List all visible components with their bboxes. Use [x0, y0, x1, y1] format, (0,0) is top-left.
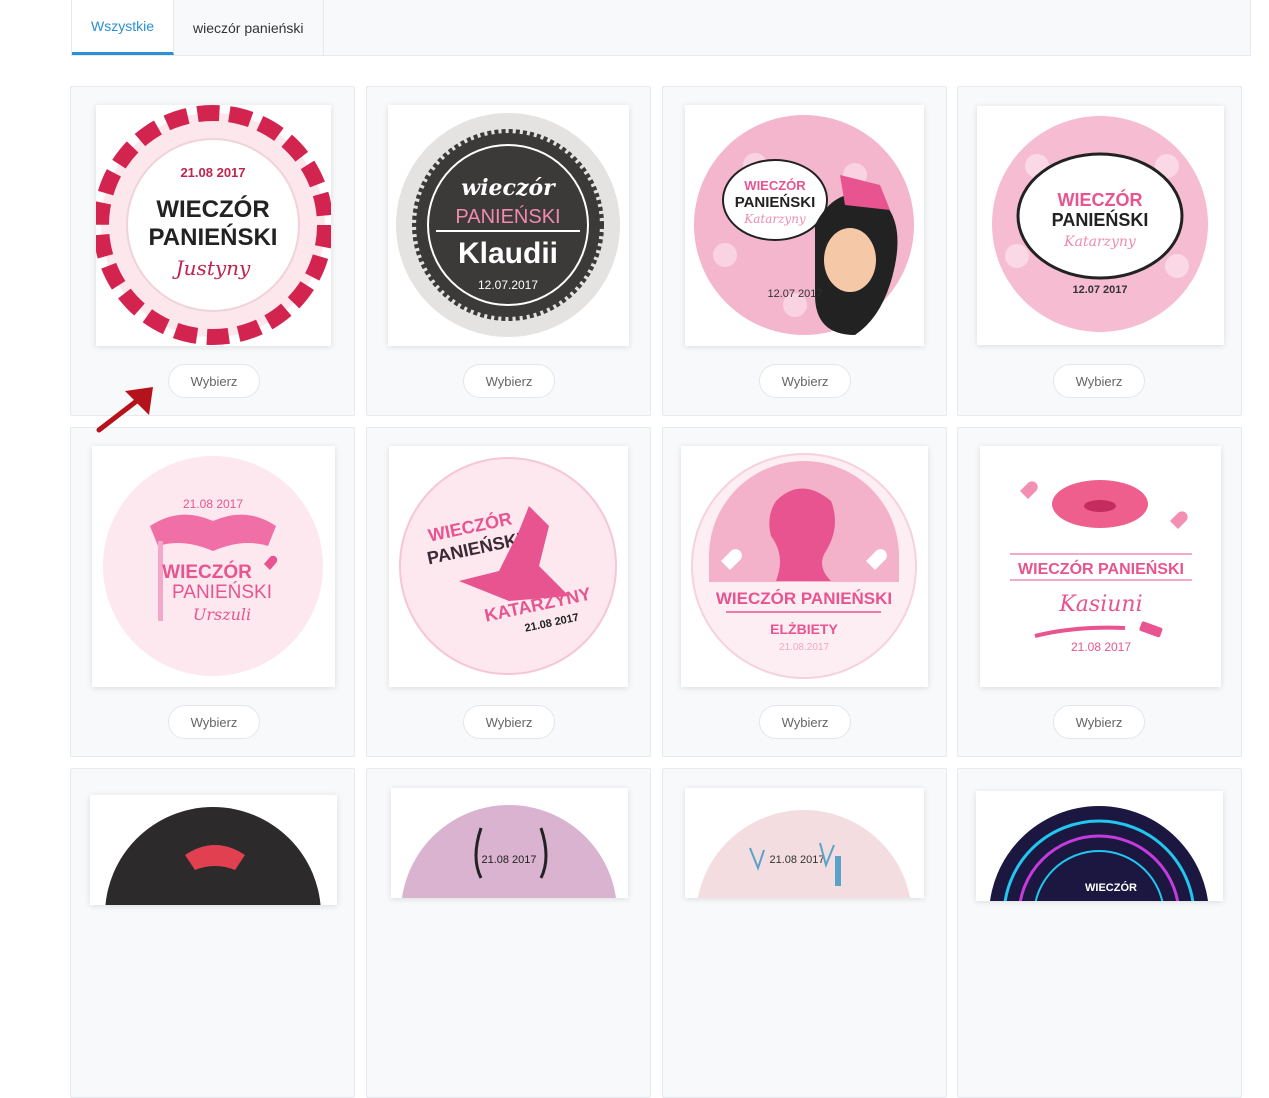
design-name: Urszuli — [193, 605, 251, 624]
design-thumbnail[interactable]: WIECZÓR PANIEŃSKI Kasiuni 21.08 2017 — [980, 446, 1221, 687]
select-button[interactable]: Wybierz — [463, 364, 555, 398]
design-title-2: PANIEŃSKI — [1052, 209, 1149, 230]
design-date: 21.08 2017 — [180, 165, 245, 180]
tab-bachelorette[interactable]: wieczór panieński — [174, 0, 324, 55]
design-title-1: WIECZÓR — [162, 561, 252, 583]
design-thumbnail[interactable]: 21.08 2017 WIECZÓR PANIEŃSKI Justyny — [96, 105, 331, 346]
design-title-1: WIECZÓR PANIEŃSKI — [1018, 559, 1184, 578]
design-card: wieczór PANIEŃSKI Klaudii 12.07.2017 Wyb… — [366, 86, 651, 416]
design-thumbnail[interactable]: WIECZÓR — [976, 791, 1223, 901]
design-card: WIECZÓR PANIEŃSKI KATARZYNY 21.08 2017 W… — [366, 427, 651, 757]
design-date: 12.07 2017 — [767, 288, 822, 300]
design-card: WIECZÓR PANIEŃSKI Katarzyny 12.07 2017 W… — [662, 86, 947, 416]
select-button[interactable]: Wybierz — [1053, 364, 1145, 398]
design-name: Kasiuni — [1058, 592, 1142, 617]
design-thumbnail[interactable]: 21.08 2017 — [391, 788, 628, 898]
design-thumbnail[interactable]: 21.08 2017 — [685, 788, 924, 898]
design-title-2: PANIEŃSKI — [735, 194, 816, 211]
design-title-2: PANIEŃSKI — [455, 205, 560, 228]
design-name: Katarzyny — [743, 212, 806, 226]
design-thumbnail[interactable] — [90, 795, 337, 905]
design-date: 12.07 2017 — [1072, 284, 1127, 296]
design-card: WIECZÓR — [957, 768, 1242, 1098]
design-name: Klaudii — [458, 237, 558, 270]
design-date: 21.08 2017 — [481, 854, 536, 866]
design-title-1: WIECZÓR PANIEŃSKI — [716, 589, 892, 608]
design-title-1: WIECZÓR — [156, 195, 269, 223]
design-name: ELŻBIETY — [770, 621, 838, 637]
tab-all[interactable]: Wszystkie — [72, 0, 174, 55]
design-title-1: WIECZÓR — [744, 178, 806, 193]
design-date: 12.07.2017 — [478, 278, 538, 292]
arrow-icon — [96, 387, 153, 433]
design-card: WIECZÓR PANIEŃSKI Kasiuni 21.08 2017 Wyb… — [957, 427, 1242, 757]
design-date: 21.08 2017 — [183, 497, 243, 511]
select-button[interactable]: Wybierz — [168, 364, 260, 398]
design-thumbnail[interactable]: WIECZÓR PANIEŃSKI Katarzyny 12.07 2017 — [685, 105, 924, 346]
design-card: WIECZÓR PANIEŃSKI Katarzyny 12.07 2017 W… — [957, 86, 1242, 416]
select-button[interactable]: Wybierz — [463, 705, 555, 739]
select-button[interactable]: Wybierz — [759, 364, 851, 398]
design-title-1: wieczór — [461, 175, 556, 201]
select-button[interactable]: Wybierz — [759, 705, 851, 739]
category-tabs: Wszystkie wieczór panieński — [71, 0, 1251, 56]
design-thumbnail[interactable]: WIECZÓR PANIEŃSKI ELŻBIETY 21.08.2017 — [681, 446, 928, 687]
design-title-2: PANIEŃSKI — [172, 582, 272, 603]
design-card: 21.08 2017 WIECZÓR PANIEŃSKI Urszuli Wyb… — [70, 427, 355, 757]
design-date: 21.08.2017 — [779, 642, 829, 653]
design-thumbnail[interactable]: WIECZÓR PANIEŃSKI Katarzyny 12.07 2017 — [977, 106, 1224, 345]
design-date: 21.08 2017 — [769, 854, 824, 866]
design-title-1: WIECZÓR — [1085, 881, 1137, 894]
design-card: 21.08 2017 — [366, 768, 651, 1098]
select-button[interactable]: Wybierz — [168, 705, 260, 739]
design-title-2: PANIEŃSKI — [149, 223, 278, 251]
design-card — [70, 768, 355, 1098]
design-card: 21.08 2017 WIECZÓR PANIEŃSKI Justyny Wyb… — [70, 86, 355, 416]
design-card: 21.08 2017 — [662, 768, 947, 1098]
design-name: Katarzyny — [1063, 234, 1137, 250]
design-thumbnail[interactable]: wieczór PANIEŃSKI Klaudii 12.07.2017 — [388, 105, 629, 346]
design-date: 21.08 2017 — [1071, 640, 1131, 654]
design-card: WIECZÓR PANIEŃSKI ELŻBIETY 21.08.2017 Wy… — [662, 427, 947, 757]
design-thumbnail[interactable]: WIECZÓR PANIEŃSKI KATARZYNY 21.08 2017 — [389, 446, 628, 687]
design-name: Justyny — [172, 256, 251, 280]
design-thumbnail[interactable]: 21.08 2017 WIECZÓR PANIEŃSKI Urszuli — [92, 446, 335, 687]
design-title-1: WIECZÓR — [1058, 189, 1143, 210]
select-button[interactable]: Wybierz — [1053, 705, 1145, 739]
